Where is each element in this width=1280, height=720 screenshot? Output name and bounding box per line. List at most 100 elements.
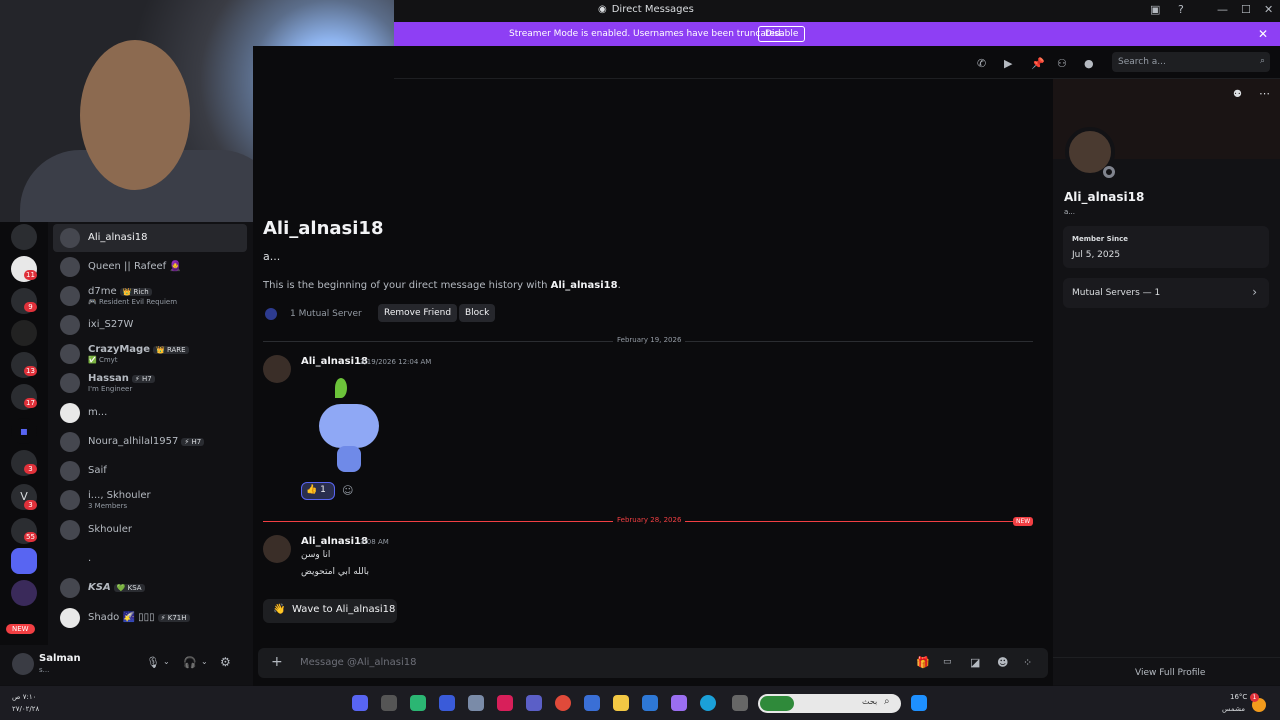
chevron-down-icon[interactable]: ⌄: [163, 657, 170, 666]
new-badge: NEW: [6, 624, 35, 634]
steam-app-icon[interactable]: [468, 695, 484, 711]
dm-item[interactable]: .: [53, 545, 247, 573]
minimize-button[interactable]: —: [1217, 3, 1228, 16]
settings-app-icon[interactable]: [381, 695, 397, 711]
video-call-icon[interactable]: ▶: [1004, 57, 1012, 70]
dm-item[interactable]: CrazyMage 👑 RARE ✅ Cmyt: [53, 340, 247, 368]
dm-item[interactable]: Skhouler: [53, 516, 247, 544]
dm-item[interactable]: KSA 💚 KSA: [53, 574, 247, 602]
block-button[interactable]: Block: [459, 304, 496, 322]
user-profile-icon[interactable]: ●: [1084, 57, 1094, 70]
server-icon[interactable]: [11, 224, 37, 250]
close-window-button[interactable]: ✕: [1264, 3, 1273, 16]
pin-icon[interactable]: 📌: [1031, 57, 1045, 70]
sticker-icon[interactable]: ◪: [970, 656, 980, 669]
discord-app-icon[interactable]: [352, 695, 368, 711]
search-input[interactable]: Search a... ⌕: [1112, 52, 1270, 72]
add-friends-icon[interactable]: ⚇: [1057, 57, 1067, 70]
dm-item[interactable]: ixi_S27W: [53, 311, 247, 339]
gift-icon[interactable]: 🎁: [916, 656, 930, 669]
edge-app-icon[interactable]: [700, 695, 716, 711]
dm-item[interactable]: Hassan ⚡ H7 I'm Engineer: [53, 369, 247, 397]
dm-name: Saif: [88, 465, 107, 476]
dm-item[interactable]: i..., Skhouler 3 Members: [53, 486, 247, 514]
view-full-profile-link[interactable]: View Full Profile: [1135, 668, 1205, 678]
gear-icon[interactable]: ⚙: [220, 655, 231, 669]
more-options-icon[interactable]: ⋯: [1259, 87, 1270, 100]
disable-button[interactable]: Disable: [758, 26, 806, 42]
dm-name: d7me 👑 Rich: [88, 286, 152, 297]
app-icon[interactable]: [439, 695, 455, 711]
chrome-app-icon[interactable]: [555, 695, 571, 711]
server-icon[interactable]: [11, 548, 37, 574]
dm-name: Shado 🌠 ▯▯▯ ⚡ K71H: [88, 612, 190, 623]
user-tag: ⚡ K71H: [157, 614, 190, 622]
window-title: ◉ Direct Messages: [598, 4, 694, 15]
banner-text: Streamer Mode is enabled. Usernames have…: [509, 29, 784, 39]
dm-item[interactable]: Saif: [53, 457, 247, 485]
add-reaction-icon[interactable]: ☺: [342, 484, 353, 497]
app-icon[interactable]: [410, 695, 426, 711]
message-composer[interactable]: + Message @Ali_alnasi18 🎁 ▭ ◪ ☻ ⁘: [258, 648, 1048, 678]
dm-activity: I'm Engineer: [88, 385, 133, 393]
dm-item[interactable]: d7me 👑 Rich 🎮 Resident Evil Requiem: [53, 282, 247, 310]
file-explorer-icon[interactable]: [613, 695, 629, 711]
server-icon[interactable]: [11, 320, 37, 346]
avatar: [60, 257, 80, 277]
mutual-server-link[interactable]: 1 Mutual Server: [290, 309, 362, 319]
folder-icon[interactable]: ▪: [11, 418, 37, 444]
dm-item[interactable]: m...: [53, 399, 247, 427]
dm-name: i..., Skhouler: [88, 490, 151, 501]
webcam-face: [80, 40, 190, 190]
emoji-icon[interactable]: ☻: [997, 656, 1008, 669]
outlook-app-icon[interactable]: [642, 695, 658, 711]
remove-friend-button[interactable]: Remove Friend: [378, 304, 458, 322]
store-app-icon[interactable]: [584, 695, 600, 711]
task-view-icon[interactable]: [732, 695, 748, 711]
avatar: [60, 315, 80, 335]
chevron-down-icon[interactable]: ⌄: [201, 657, 208, 666]
dm-item[interactable]: Ali_alnasi18: [53, 224, 247, 252]
voice-call-icon[interactable]: ✆: [977, 57, 986, 70]
wave-button[interactable]: 👋 Wave to Ali_alnasi18: [263, 599, 397, 623]
message-author[interactable]: Ali_alnasi18: [301, 356, 368, 367]
copilot-app-icon[interactable]: [671, 695, 687, 711]
help-icon[interactable]: ?: [1178, 3, 1184, 16]
teams-app-icon[interactable]: [526, 695, 542, 711]
start-button[interactable]: [911, 695, 927, 711]
server-icon[interactable]: [11, 580, 37, 606]
microphone-icon[interactable]: 🎙: [146, 656, 160, 669]
taskbar-search[interactable]: بحث ⌕: [758, 694, 901, 713]
close-icon[interactable]: ✕: [1258, 27, 1268, 41]
dm-item[interactable]: Noura_alhilal1957 ⚡ H7: [53, 428, 247, 456]
avatar: [60, 549, 80, 569]
dm-item[interactable]: Queen || Rafeef 🧕: [53, 253, 247, 281]
dm-name: ixi_S27W: [88, 319, 134, 330]
unread-badge: 55: [24, 532, 37, 542]
message-text: بالله ابي امتحويض: [301, 567, 370, 577]
server-list: 11 9 13 17 ▪ 3 V 3 55 NEW: [0, 222, 48, 645]
message-input[interactable]: Message @Ali_alnasi18: [300, 657, 417, 668]
mutual-servers-row[interactable]: Mutual Servers — 1 ›: [1063, 278, 1269, 308]
dm-item[interactable]: Shado 🌠 ▯▯▯ ⚡ K71H: [53, 604, 247, 632]
wumpus-sticker[interactable]: [313, 376, 388, 476]
apps-icon[interactable]: ⁘: [1023, 656, 1032, 669]
avatar[interactable]: [263, 535, 291, 563]
dm-name: CrazyMage 👑 RARE: [88, 344, 189, 355]
message-author[interactable]: Ali_alnasi18: [301, 536, 368, 547]
search-icon: ⌕: [1259, 56, 1265, 66]
dm-list: Ali_alnasi18 Queen || Rafeef 🧕 d7me 👑 Ric…: [48, 222, 253, 645]
thumbs-up-reaction[interactable]: 👍 1: [301, 482, 335, 500]
screen-share-icon[interactable]: ▣: [1150, 3, 1160, 16]
add-friend-icon[interactable]: ⚉: [1233, 89, 1242, 100]
dm-activity: ✅ Cmyt: [88, 356, 118, 364]
avatar: [60, 373, 80, 393]
add-attachment-icon[interactable]: +: [271, 654, 283, 670]
avatar[interactable]: [12, 653, 34, 675]
app-icon[interactable]: [497, 695, 513, 711]
headphones-icon[interactable]: 🎧: [183, 656, 197, 669]
avatar[interactable]: [263, 355, 291, 383]
maximize-button[interactable]: ☐: [1241, 3, 1251, 16]
gif-icon[interactable]: ▭: [943, 657, 952, 667]
unread-badge: 3: [24, 500, 37, 510]
